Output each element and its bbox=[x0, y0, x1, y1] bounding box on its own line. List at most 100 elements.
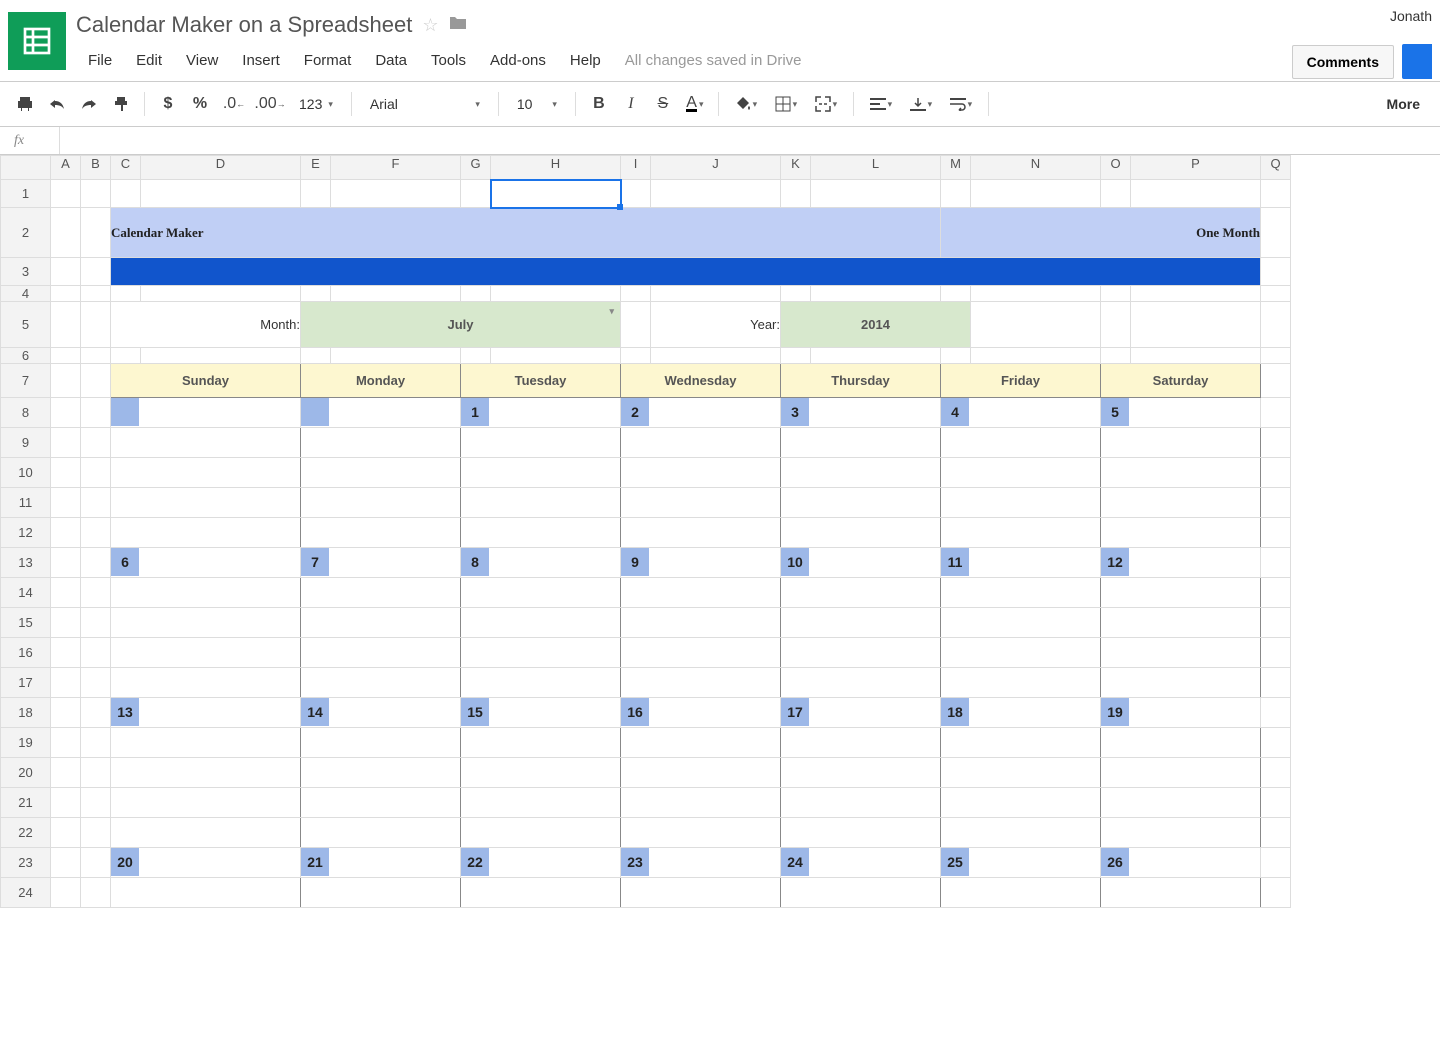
row-head-4[interactable]: 4 bbox=[1, 286, 51, 302]
cell-I4[interactable] bbox=[621, 286, 651, 302]
calendar-body-cell[interactable] bbox=[621, 818, 781, 848]
row-head-1[interactable]: 1 bbox=[1, 180, 51, 208]
row-head-10[interactable]: 10 bbox=[1, 458, 51, 488]
calendar-date-17[interactable]: 17 bbox=[781, 698, 941, 728]
more-button[interactable]: More bbox=[1377, 92, 1430, 116]
calendar-body-cell[interactable] bbox=[781, 728, 941, 758]
col-head-I[interactable]: I bbox=[621, 156, 651, 180]
calendar-body-cell[interactable] bbox=[111, 728, 301, 758]
cell-N6[interactable] bbox=[971, 348, 1101, 364]
row-head-23[interactable]: 23 bbox=[1, 848, 51, 878]
cell-K6[interactable] bbox=[781, 348, 811, 364]
folder-icon[interactable] bbox=[448, 15, 468, 36]
cell-B4[interactable] bbox=[81, 286, 111, 302]
calendar-body-cell[interactable] bbox=[111, 428, 301, 458]
calendar-body-cell[interactable] bbox=[461, 608, 621, 638]
col-head-E[interactable]: E bbox=[301, 156, 331, 180]
row-head-16[interactable]: 16 bbox=[1, 638, 51, 668]
calendar-body-cell[interactable] bbox=[781, 878, 941, 908]
cell-H6[interactable] bbox=[491, 348, 621, 364]
calendar-body-cell[interactable] bbox=[301, 788, 461, 818]
italic-icon[interactable]: I bbox=[616, 90, 646, 118]
calendar-body-cell[interactable] bbox=[781, 788, 941, 818]
calendar-body-cell[interactable] bbox=[1101, 638, 1261, 668]
cell-I6[interactable] bbox=[621, 348, 651, 364]
calendar-body-cell[interactable] bbox=[941, 578, 1101, 608]
calendar-date-1[interactable]: 1 bbox=[461, 398, 621, 428]
cell-E6[interactable] bbox=[301, 348, 331, 364]
calendar-body-cell[interactable] bbox=[621, 788, 781, 818]
cell-A2[interactable] bbox=[51, 208, 81, 258]
cell-B2[interactable] bbox=[81, 208, 111, 258]
col-head-K[interactable]: K bbox=[781, 156, 811, 180]
strikethrough-icon[interactable]: S bbox=[648, 90, 678, 118]
calendar-body-cell[interactable] bbox=[301, 728, 461, 758]
calendar-body-cell[interactable] bbox=[461, 578, 621, 608]
calendar-body-cell[interactable] bbox=[781, 458, 941, 488]
calendar-body-cell[interactable] bbox=[301, 428, 461, 458]
col-head-P[interactable]: P bbox=[1131, 156, 1261, 180]
day-head-wednesday[interactable]: Wednesday bbox=[621, 364, 781, 398]
redo-icon[interactable] bbox=[74, 90, 104, 118]
calendar-body-cell[interactable] bbox=[781, 578, 941, 608]
row-head-14[interactable]: 14 bbox=[1, 578, 51, 608]
doc-title[interactable]: Calendar Maker on a Spreadsheet bbox=[76, 12, 412, 38]
calendar-body-cell[interactable] bbox=[461, 668, 621, 698]
cell-O4[interactable] bbox=[1101, 286, 1131, 302]
year-label[interactable]: Year: bbox=[651, 302, 781, 348]
calendar-body-cell[interactable] bbox=[111, 458, 301, 488]
calendar-body-cell[interactable] bbox=[301, 878, 461, 908]
cell-P4[interactable] bbox=[1131, 286, 1261, 302]
calendar-body-cell[interactable] bbox=[941, 638, 1101, 668]
cell-J6[interactable] bbox=[651, 348, 781, 364]
sheets-logo[interactable] bbox=[8, 12, 66, 70]
cell-G6[interactable] bbox=[461, 348, 491, 364]
calendar-body-cell[interactable] bbox=[1101, 458, 1261, 488]
menu-edit[interactable]: Edit bbox=[124, 48, 174, 73]
col-head-G[interactable]: G bbox=[461, 156, 491, 180]
row-head-6[interactable]: 6 bbox=[1, 348, 51, 364]
calendar-body-cell[interactable] bbox=[301, 518, 461, 548]
cell-C6[interactable] bbox=[111, 348, 141, 364]
cell-O1[interactable] bbox=[1101, 180, 1131, 208]
calendar-date-24[interactable]: 24 bbox=[781, 848, 941, 878]
calendar-body-cell[interactable] bbox=[461, 758, 621, 788]
menu-file[interactable]: File bbox=[76, 48, 124, 73]
day-head-thursday[interactable]: Thursday bbox=[781, 364, 941, 398]
calendar-date-16[interactable]: 16 bbox=[621, 698, 781, 728]
calendar-body-cell[interactable] bbox=[781, 758, 941, 788]
calendar-date-empty[interactable] bbox=[111, 398, 301, 428]
calendar-body-cell[interactable] bbox=[1101, 728, 1261, 758]
calendar-date-15[interactable]: 15 bbox=[461, 698, 621, 728]
paint-format-icon[interactable] bbox=[106, 90, 136, 118]
cell-M4[interactable] bbox=[941, 286, 971, 302]
menu-addons[interactable]: Add-ons bbox=[478, 48, 558, 73]
calendar-body-cell[interactable] bbox=[111, 818, 301, 848]
calendar-body-cell[interactable] bbox=[621, 518, 781, 548]
col-head-M[interactable]: M bbox=[941, 156, 971, 180]
row-head-7[interactable]: 7 bbox=[1, 364, 51, 398]
number-format-dropdown[interactable]: 123▾ bbox=[289, 92, 343, 116]
cell-F6[interactable] bbox=[331, 348, 461, 364]
row-head-17[interactable]: 17 bbox=[1, 668, 51, 698]
spreadsheet-grid[interactable]: ABCDEFGHIJKLMNOPQ12Calendar MakerOne Mon… bbox=[0, 155, 1291, 908]
bold-icon[interactable]: B bbox=[584, 90, 614, 118]
calendar-body-cell[interactable] bbox=[781, 428, 941, 458]
menu-insert[interactable]: Insert bbox=[230, 48, 292, 73]
calendar-body-cell[interactable] bbox=[461, 518, 621, 548]
col-head-C[interactable]: C bbox=[111, 156, 141, 180]
calendar-body-cell[interactable] bbox=[941, 458, 1101, 488]
calendar-date-23[interactable]: 23 bbox=[621, 848, 781, 878]
cell-N4[interactable] bbox=[971, 286, 1101, 302]
cell-C4[interactable] bbox=[111, 286, 141, 302]
cell-K1[interactable] bbox=[781, 180, 811, 208]
col-head-Q[interactable]: Q bbox=[1261, 156, 1291, 180]
day-head-monday[interactable]: Monday bbox=[301, 364, 461, 398]
cell-H1[interactable] bbox=[491, 180, 621, 208]
calendar-date-7[interactable]: 7 bbox=[301, 548, 461, 578]
cell-P6[interactable] bbox=[1131, 348, 1261, 364]
font-size-dropdown[interactable]: 10▾ bbox=[507, 92, 567, 116]
borders-icon[interactable]: ▾ bbox=[767, 90, 805, 118]
calendar-date-3[interactable]: 3 bbox=[781, 398, 941, 428]
calendar-body-cell[interactable] bbox=[621, 428, 781, 458]
